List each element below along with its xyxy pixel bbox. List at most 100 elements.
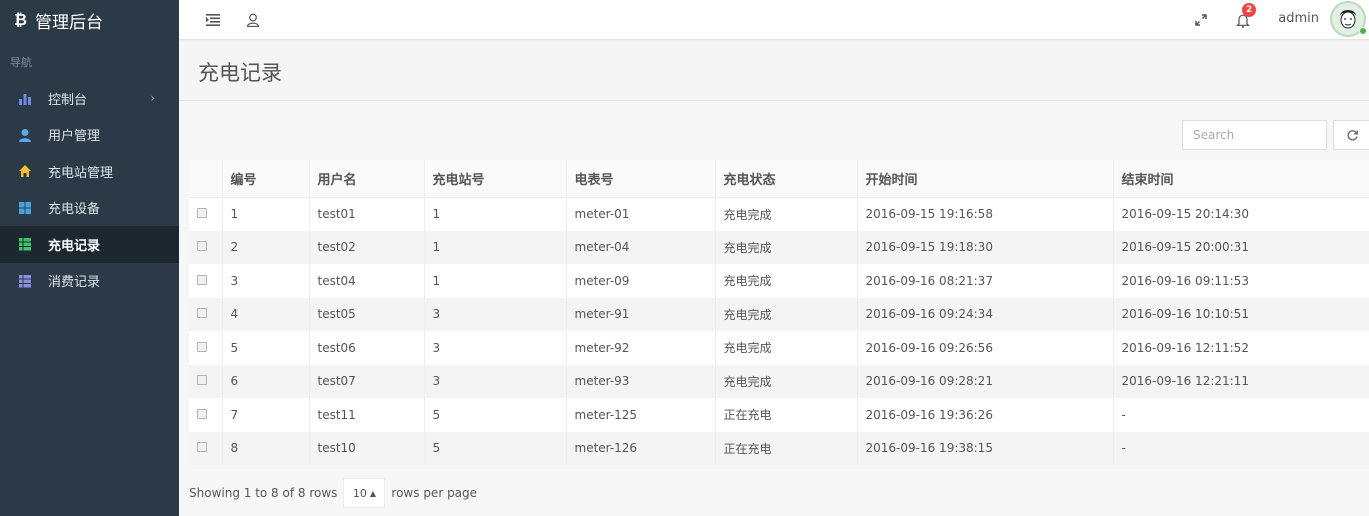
table-row[interactable]: 8 test10 5 meter-126 正在充电 2016-09-16 19:38:15… (189, 431, 1369, 465)
bitcoin-logo-icon: ₿ (14, 10, 28, 29)
table-row[interactable]: 7 test11 5 meter-125 正在充电 2016-09-16 19:36:26… (189, 398, 1369, 432)
id-cell: 6 (221, 364, 309, 398)
sidebar-item-label: 充电记录 (48, 238, 101, 254)
meter-cell: meter-04 (565, 230, 715, 264)
username-cell: test02 (308, 230, 424, 264)
row-checkbox-cell (189, 297, 222, 331)
row-checkbox[interactable] (197, 241, 207, 252)
column-header-id[interactable]: 编号 (221, 160, 309, 198)
table-row[interactable]: 6 test07 3 meter-93 充电完成 2016-09-16 09:28:21 2… (189, 364, 1369, 398)
meter-cell: meter-09 (565, 264, 715, 298)
page-header: 充电记录 (179, 41, 1369, 101)
menu-toggle-button[interactable] (199, 0, 227, 40)
id-cell: 5 (221, 331, 309, 365)
notifications-button[interactable]: 2 (1229, 0, 1257, 40)
id-cell: 1 (221, 197, 309, 231)
id-cell: 7 (221, 398, 309, 432)
column-header-end-time[interactable]: 结束时间 (1112, 160, 1369, 198)
pagination-info: Showing 1 to 8 of 8 rows (189, 486, 338, 500)
id-cell: 4 (221, 297, 309, 331)
end-time-cell: 2016-09-15 20:00:31 (1112, 230, 1369, 264)
id-cell: 2 (221, 230, 309, 264)
table-row[interactable]: 4 test05 3 meter-91 充电完成 2016-09-16 09:24:34 2… (189, 297, 1369, 331)
sidebar-item-dashboard[interactable]: 控制台 › (0, 80, 179, 117)
grid-icon (18, 201, 32, 215)
start-time-cell: 2016-09-16 08:21:37 (856, 264, 1113, 298)
row-checkbox-cell (189, 331, 222, 365)
station-cell: 3 (423, 297, 566, 331)
table-header-row: 编号 用户名 充电站号 电表号 充电状态 开始时间 结束时间 (189, 160, 1369, 198)
sidebar-item-stations[interactable]: 充电站管理 (0, 153, 179, 190)
column-header-meter[interactable]: 电表号 (565, 160, 715, 198)
sidebar-item-users[interactable]: 用户管理 (0, 117, 179, 154)
end-time-cell: 2016-09-16 12:11:52 (1112, 331, 1369, 365)
brand[interactable]: ₿ 管理后台 (0, 0, 179, 40)
username-cell: test11 (308, 398, 424, 432)
sidebar-item-label: 充电站管理 (48, 165, 114, 181)
sidebar-item-devices[interactable]: 充电设备 (0, 190, 179, 227)
fullscreen-button[interactable] (1187, 0, 1215, 40)
row-checkbox[interactable] (197, 341, 207, 352)
page-size-value: 10 (352, 486, 367, 500)
indent-menu-icon (206, 14, 220, 26)
meter-cell: meter-01 (565, 197, 715, 231)
username-cell: test01 (308, 197, 424, 231)
username-cell: test04 (308, 264, 424, 298)
id-cell: 8 (221, 431, 309, 465)
sidebar-item-consumption-records[interactable]: 消费记录 (0, 263, 179, 300)
column-header-username[interactable]: 用户名 (308, 160, 424, 198)
sidebar-item-label: 消费记录 (48, 275, 101, 291)
status-cell: 正在充电 (714, 398, 857, 432)
status-cell: 充电完成 (714, 197, 857, 231)
refresh-icon (1347, 129, 1358, 140)
row-checkbox[interactable] (197, 375, 207, 386)
row-checkbox-cell (189, 264, 222, 298)
user-profile-button[interactable] (239, 0, 267, 40)
status-cell: 充电完成 (714, 331, 857, 365)
sidebar-item-label: 充电设备 (48, 202, 101, 218)
station-cell: 1 (423, 197, 566, 231)
station-cell: 3 (423, 331, 566, 365)
username-cell: test07 (308, 364, 424, 398)
id-cell: 3 (221, 264, 309, 298)
nav-header: 导航 (10, 56, 32, 69)
refresh-button[interactable] (1333, 120, 1369, 150)
row-checkbox[interactable] (197, 408, 207, 419)
row-checkbox[interactable] (197, 274, 207, 285)
column-header-start-time[interactable]: 开始时间 (856, 160, 1113, 198)
top-navbar: 2 admin (179, 0, 1369, 40)
start-time-cell: 2016-09-16 19:38:15 (856, 431, 1113, 465)
username-label[interactable]: admin (1278, 11, 1319, 26)
table-row[interactable]: 1 test01 1 meter-01 充电完成 2016-09-15 19:16:58 2… (189, 197, 1369, 231)
status-cell: 充电完成 (714, 364, 857, 398)
records-table: 编号 用户名 充电站号 电表号 充电状态 开始时间 结束时间 1 test01 1 m… (189, 160, 1369, 465)
end-time-cell: 2016-09-16 12:21:11 (1112, 364, 1369, 398)
sidebar: ₿ 管理后台 导航 控制台 › 用户管理 充电站管理 充电设备 充电记录 消费记… (0, 0, 179, 516)
search-input[interactable] (1182, 120, 1327, 150)
station-cell: 5 (423, 398, 566, 432)
page-size-dropdown[interactable]: 10 ▲ (343, 478, 386, 508)
column-header-station[interactable]: 充电站号 (423, 160, 566, 198)
station-cell: 5 (423, 431, 566, 465)
row-checkbox[interactable] (197, 208, 207, 218)
status-cell: 充电完成 (714, 230, 857, 264)
app-title: 管理后台 (35, 12, 104, 33)
row-checkbox[interactable] (197, 308, 207, 319)
table-row[interactable]: 3 test04 1 meter-09 充电完成 2016-09-16 08:21:37 2… (189, 264, 1369, 298)
user-outline-icon (246, 13, 260, 27)
table-row[interactable]: 2 test02 1 meter-04 充电完成 2016-09-15 19:18:30 2… (189, 230, 1369, 264)
main-content: 编号 用户名 充电站号 电表号 充电状态 开始时间 结束时间 1test011m… (179, 101, 1369, 516)
status-cell: 正在充电 (714, 431, 857, 465)
meter-cell: meter-93 (565, 364, 715, 398)
online-status-dot (1359, 27, 1367, 35)
sidebar-item-charging-records[interactable]: 充电记录 (0, 226, 179, 263)
notification-badge: 2 (1242, 3, 1257, 17)
meter-cell: meter-125 (565, 398, 715, 432)
end-time-cell: - (1112, 431, 1369, 465)
column-header-status[interactable]: 充电状态 (714, 160, 857, 198)
row-checkbox[interactable] (197, 442, 207, 453)
table-row[interactable]: 5 test06 3 meter-92 充电完成 2016-09-16 09:26:56 2… (189, 331, 1369, 365)
start-time-cell: 2016-09-16 09:24:34 (856, 297, 1113, 331)
sidebar-item-label: 用户管理 (48, 129, 101, 145)
row-checkbox-cell (189, 431, 222, 465)
